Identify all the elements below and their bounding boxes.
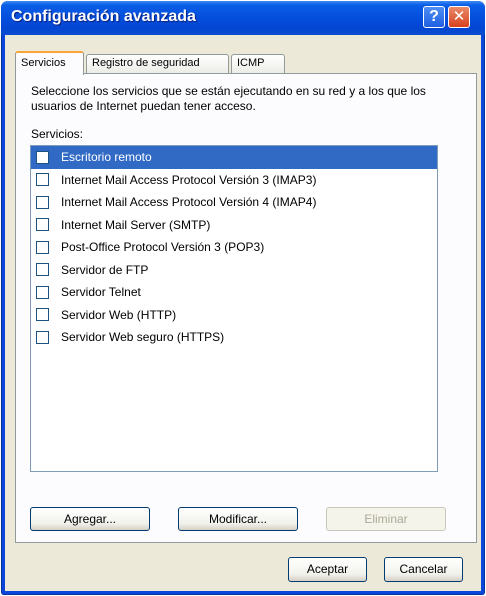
- service-label: Servidor Web (HTTP): [61, 307, 177, 322]
- service-checkbox[interactable]: [36, 263, 49, 277]
- service-checkbox[interactable]: [36, 285, 49, 299]
- service-list-item[interactable]: Post-Office Protocol Versión 3 (POP3): [31, 236, 437, 259]
- cancelar-button[interactable]: Cancelar: [384, 557, 463, 582]
- service-list-item[interactable]: Servidor de FTP: [31, 259, 437, 282]
- help-button[interactable]: ?: [423, 6, 445, 28]
- aceptar-button[interactable]: Aceptar: [288, 557, 367, 582]
- service-list-item[interactable]: Servidor Web seguro (HTTPS): [31, 326, 437, 349]
- service-checkbox[interactable]: [36, 150, 49, 164]
- service-checkbox[interactable]: [36, 173, 49, 187]
- agregar-button[interactable]: Agregar...: [30, 507, 150, 531]
- close-button[interactable]: ✕: [448, 6, 470, 28]
- tab-servicios[interactable]: Servicios: [15, 51, 84, 75]
- service-label: Internet Mail Access Protocol Versión 4 …: [61, 195, 317, 210]
- window-title: Configuración avanzada: [11, 8, 196, 25]
- tab-icmp[interactable]: ICMP: [231, 54, 285, 74]
- services-listbox[interactable]: Escritorio remoto Internet Mail Access Pr…: [30, 145, 438, 472]
- service-label: Internet Mail Access Protocol Versión 3 …: [61, 172, 317, 187]
- service-list-item[interactable]: Internet Mail Server (SMTP): [31, 214, 437, 237]
- service-label: Escritorio remoto: [61, 150, 152, 165]
- service-checkbox[interactable]: [36, 308, 49, 322]
- service-label: Servidor de FTP: [61, 262, 149, 277]
- dialog-client-area: Servicios Registro de seguridad ICMP Sel…: [5, 35, 481, 591]
- service-list-item[interactable]: Internet Mail Access Protocol Versión 4 …: [31, 191, 437, 214]
- service-checkbox[interactable]: [36, 330, 49, 344]
- service-label: Internet Mail Server (SMTP): [61, 217, 211, 232]
- modificar-button[interactable]: Modificar...: [178, 507, 298, 531]
- service-checkbox[interactable]: [36, 195, 49, 209]
- service-label: Post-Office Protocol Versión 3 (POP3): [61, 240, 265, 255]
- service-list-item[interactable]: Servidor Web (HTTP): [31, 304, 437, 327]
- service-list-item[interactable]: Internet Mail Access Protocol Versión 3 …: [31, 169, 437, 192]
- service-label: Servidor Web seguro (HTTPS): [61, 330, 225, 345]
- title-bar[interactable]: Configuración avanzada ? ✕: [1, 1, 485, 35]
- service-label: Servidor Telnet: [61, 285, 141, 300]
- service-list-item[interactable]: Servidor Telnet: [31, 281, 437, 304]
- service-list-item[interactable]: Escritorio remoto: [31, 146, 437, 169]
- eliminar-button[interactable]: Eliminar: [326, 507, 446, 531]
- dialog-window: Configuración avanzada ? ✕ Servicios Reg…: [1, 1, 485, 595]
- service-checkbox[interactable]: [36, 240, 49, 254]
- description-text: Seleccione los servicios que se están ej…: [31, 84, 426, 113]
- tab-registro-de-seguridad[interactable]: Registro de seguridad: [86, 54, 229, 74]
- services-label: Servicios:: [31, 127, 84, 141]
- service-checkbox[interactable]: [36, 218, 49, 232]
- tab-panel-servicios: Seleccione los servicios que se están ej…: [15, 73, 477, 543]
